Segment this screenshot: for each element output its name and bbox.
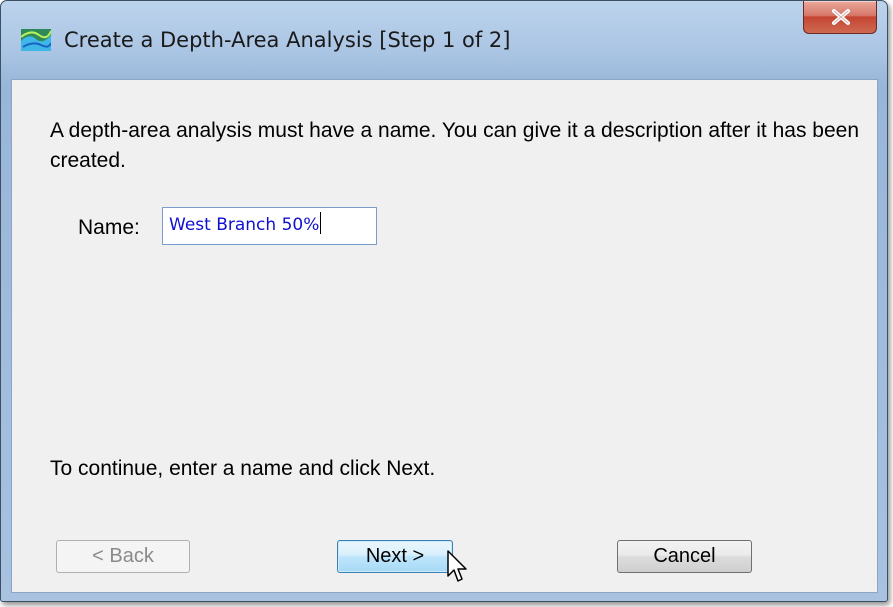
name-input[interactable]: West Branch 50% [162, 207, 377, 245]
intro-message: A depth-area analysis must have a name. … [50, 119, 860, 172]
dialog-window: Create a Depth-Area Analysis [Step 1 of … [0, 0, 888, 602]
text-caret [320, 212, 322, 234]
name-label: Name: [78, 216, 140, 239]
mouse-pointer-icon [447, 550, 467, 582]
instruction-text: To continue, enter a name and click Next… [50, 457, 436, 480]
close-button[interactable] [803, 1, 877, 34]
window-title: Create a Depth-Area Analysis [Step 1 of … [64, 28, 511, 52]
close-icon [832, 9, 850, 25]
name-input-value: West Branch 50% [169, 215, 320, 235]
app-map-icon [20, 27, 52, 53]
cancel-button[interactable]: Cancel [617, 540, 752, 573]
next-button[interactable]: Next > [337, 540, 453, 573]
dialog-body: A depth-area analysis must have a name. … [11, 79, 878, 593]
back-button[interactable]: < Back [56, 540, 190, 573]
title-bar[interactable]: Create a Depth-Area Analysis [Step 1 of … [1, 1, 887, 79]
